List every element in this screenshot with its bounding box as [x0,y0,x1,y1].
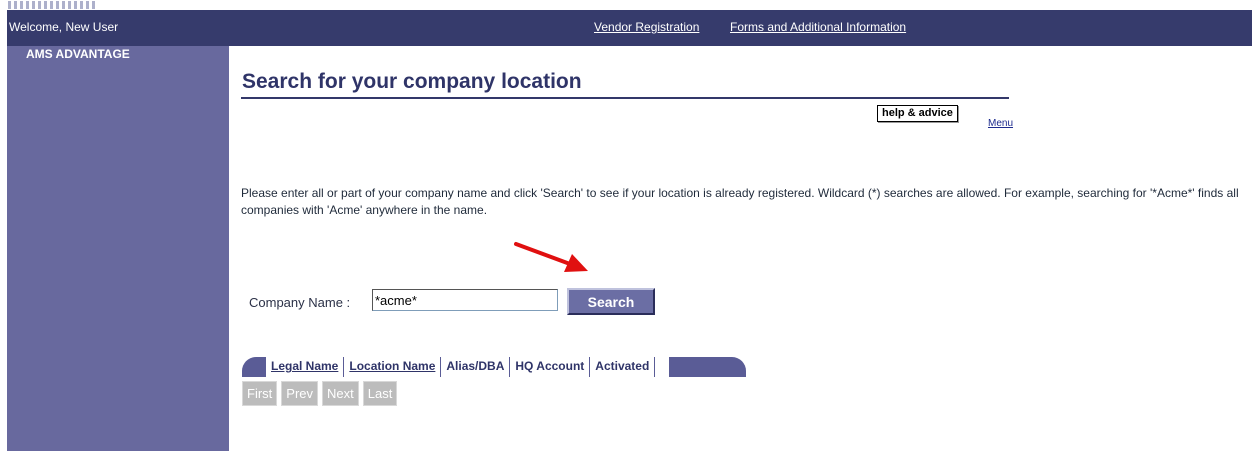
results-header-bar: Legal Name Location Name Alias/DBA HQ Ac… [242,357,746,377]
results-column-headers: Legal Name Location Name Alias/DBA HQ Ac… [266,357,671,377]
search-button[interactable]: Search [567,288,655,315]
sidebar-title: AMS ADVANTAGE [26,47,130,61]
column-blank [655,357,671,377]
company-name-label: Company Name : [249,295,351,310]
menu-link[interactable]: Menu [988,118,1013,129]
column-legal-name[interactable]: Legal Name [266,357,345,377]
first-page-button[interactable]: First [242,381,278,406]
company-name-input[interactable] [372,289,558,311]
next-page-button[interactable]: Next [322,381,359,406]
red-arrow-icon [514,242,588,272]
column-hq-account: HQ Account [510,357,591,377]
instructions-text: Please enter all or part of your company… [241,186,1239,217]
page-title: Search for your company location [242,70,582,93]
vendor-registration-link[interactable]: Vendor Registration [594,20,699,34]
sidebar: AMS ADVANTAGE [7,46,229,451]
help-advice-button[interactable]: help & advice [877,105,958,122]
top-strip [0,0,1252,10]
forms-additional-info-link[interactable]: Forms and Additional Information [730,20,906,34]
last-page-button[interactable]: Last [362,381,398,406]
header-bar: Welcome, New User Vendor Registration Fo… [7,10,1252,46]
column-alias-dba: Alias/DBA [441,357,511,377]
welcome-text: Welcome, New User [9,20,119,34]
column-location-name[interactable]: Location Name [344,357,442,377]
pager: First Prev Next Last [242,381,401,406]
title-divider [241,97,1009,99]
column-activated: Activated [590,357,656,377]
prev-page-button[interactable]: Prev [281,381,319,406]
logo-fragment [8,1,98,9]
